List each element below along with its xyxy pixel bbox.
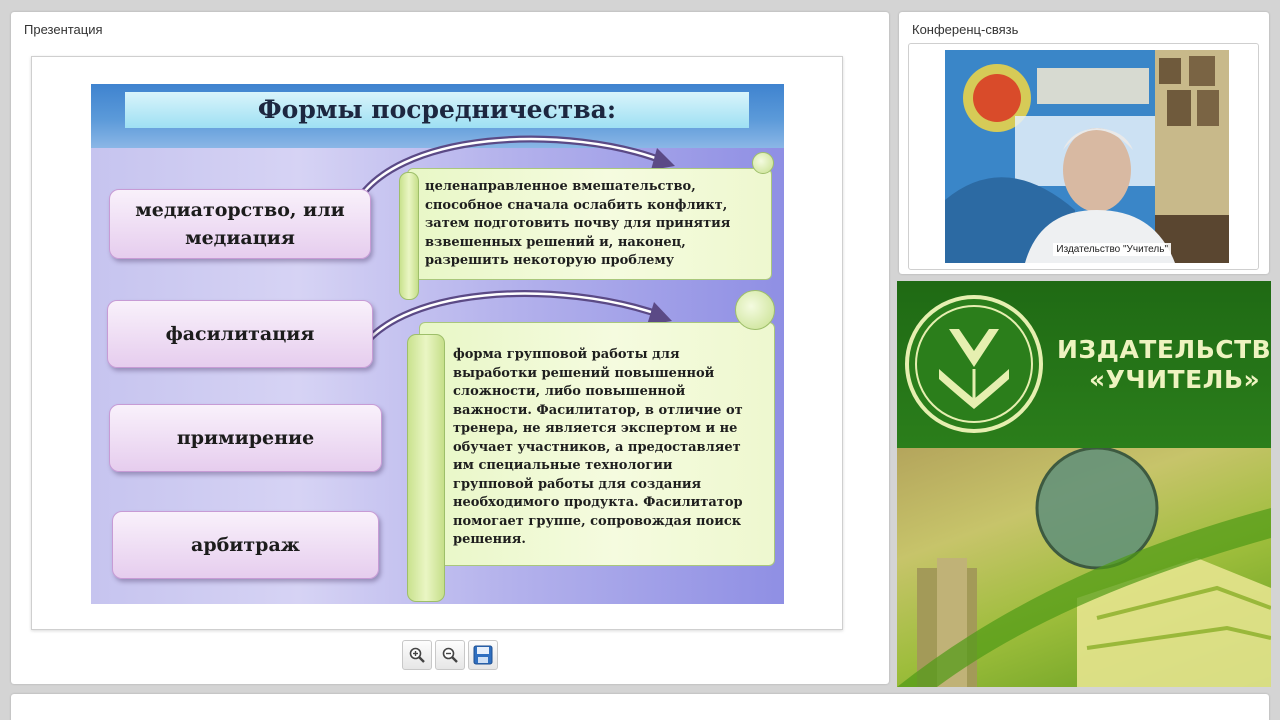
zoom-out-icon: [442, 647, 458, 663]
publisher-banner-image: [897, 448, 1271, 687]
term-box-facilitation: фасилитация: [107, 300, 373, 368]
scroll-curl: [752, 152, 774, 174]
bottom-panel: [11, 694, 1269, 720]
presentation-panel-title: Презентация: [24, 22, 103, 37]
definition-text-2: форма групповой работы для выработки реш…: [453, 347, 743, 547]
publisher-name-line2: «УЧИТЕЛЬ»: [1089, 365, 1261, 394]
term-box-mediation: медиаторство, или медиация: [109, 189, 371, 259]
webcam-video[interactable]: Издательство "Учитель": [945, 50, 1229, 263]
zoom-in-button[interactable]: [402, 640, 432, 670]
webcam-scene: [945, 50, 1229, 263]
zoom-out-button[interactable]: [435, 640, 465, 670]
save-icon: [473, 645, 493, 665]
slide: Формы посредничества: целенаправленное в…: [91, 84, 784, 604]
participant-name-label: Издательство "Учитель": [1053, 243, 1171, 256]
publisher-banner: ИЗДАТЕЛЬСТВО «УЧИТЕЛЬ»: [897, 281, 1271, 687]
books-globe-illustration: [897, 448, 1271, 687]
conference-panel: Конференц-связь Издательство "Учитель": [899, 12, 1269, 274]
definition-text-1: целенаправленное вмешательство, способно…: [425, 179, 731, 268]
publisher-banner-header: ИЗДАТЕЛЬСТВО «УЧИТЕЛЬ»: [897, 281, 1271, 448]
publisher-logo-icon: [905, 295, 1043, 433]
scroll-curl: [735, 290, 775, 330]
scroll-roll: [399, 172, 419, 300]
scroll-roll: [407, 334, 445, 602]
publisher-name-line1: ИЗДАТЕЛЬСТВО: [1057, 335, 1271, 364]
slide-toolbar: [402, 640, 498, 670]
save-button[interactable]: [468, 640, 498, 670]
definition-scroll-2: форма групповой работы для выработки реш…: [405, 286, 781, 604]
zoom-in-icon: [409, 647, 425, 663]
conference-panel-title: Конференц-связь: [912, 22, 1019, 37]
definition-scroll-1: целенаправленное вмешательство, способно…: [397, 150, 777, 302]
term-box-arbitration: арбитраж: [112, 511, 379, 579]
presentation-panel: Презентация Формы посредничества: целена…: [11, 12, 889, 684]
term-box-reconciliation: примирение: [109, 404, 382, 472]
slide-viewer[interactable]: Формы посредничества: целенаправленное в…: [31, 56, 843, 630]
